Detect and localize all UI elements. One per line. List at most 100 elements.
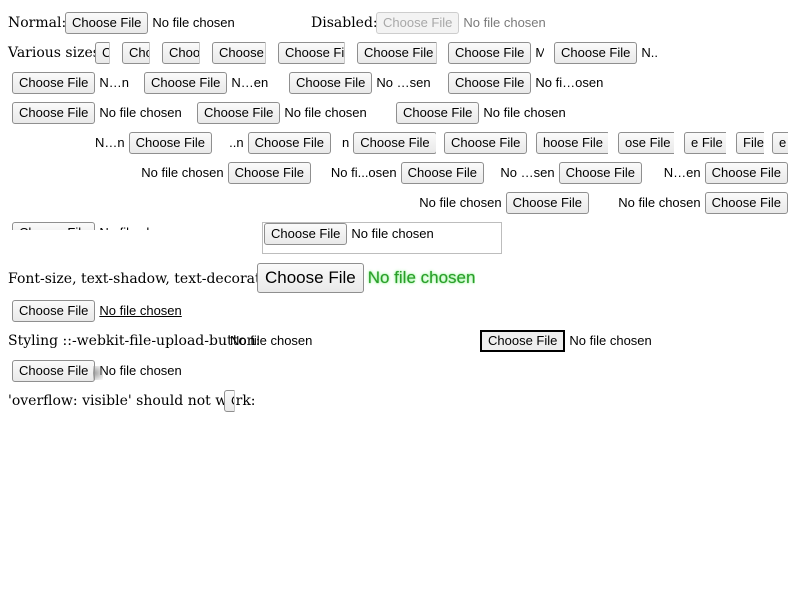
styling-section-label: Styling ::-webkit-file-upload-button:	[8, 333, 261, 349]
choose-file-button[interactable]: Choose File	[704, 162, 788, 184]
file-input-size-4[interactable]: Choose File	[212, 42, 266, 64]
choose-file-button[interactable]: Choose File	[289, 72, 373, 94]
file-input-rtl-8[interactable]: File	[736, 132, 764, 154]
choose-file-button[interactable]: Choose File	[444, 132, 528, 154]
file-input-normal[interactable]: Choose File No file chosen	[65, 12, 235, 34]
file-status: No file chosen	[618, 195, 701, 210]
choose-file-button[interactable]: Choose File	[505, 192, 589, 214]
file-input-size-11[interactable]: Choose File No …sen	[289, 72, 439, 94]
file-input-shadowed[interactable]: Choose File No file chosen	[12, 360, 182, 382]
choose-file-button[interactable]: Choose File	[257, 263, 364, 293]
file-status: M	[535, 45, 544, 60]
file-input-size-10[interactable]: Choose File N…en	[144, 72, 274, 94]
styling-status: No file chosen	[230, 330, 312, 352]
choose-file-button[interactable]: Choose File	[247, 132, 331, 154]
file-input-size-8[interactable]: Choose File N..	[554, 42, 664, 64]
choose-file-button[interactable]: Choose File	[95, 42, 109, 64]
choose-file-button[interactable]: Choose File	[554, 42, 638, 64]
choose-file-button[interactable]: e File	[684, 132, 726, 154]
file-input-rtl-15[interactable]: No file chosen Choose File	[615, 192, 788, 214]
file-input-rtl-14[interactable]: No file chosen Choose File	[416, 192, 589, 214]
file-status: ..n	[229, 135, 244, 150]
file-input-rtl-4[interactable]: Choose File	[444, 132, 528, 154]
file-status: N…en	[663, 165, 701, 180]
file-input-size-3[interactable]: Choose File	[162, 42, 200, 64]
choose-file-button[interactable]: Choose File	[227, 162, 311, 184]
file-status: No …sen	[500, 165, 555, 180]
font-section-label: Font-size, text-shadow, text-decoration:	[8, 271, 288, 287]
choose-file-button[interactable]: Choose File	[704, 192, 788, 214]
disabled-label: Disabled:	[311, 15, 378, 31]
file-status: No file chosen	[351, 226, 434, 241]
file-input-rtl-7[interactable]: e File	[684, 132, 726, 154]
file-input-rtl-9[interactable]: e	[772, 132, 788, 154]
file-status: No …sen	[376, 75, 431, 90]
choose-file-button[interactable]: Choose File	[558, 162, 642, 184]
file-input-rtl-2[interactable]: ..n Choose File	[225, 132, 331, 154]
file-input-styled-button[interactable]: Choose File No file chosen	[480, 330, 652, 352]
file-input-size-9[interactable]: Choose File N…n	[12, 72, 136, 94]
choose-file-button[interactable]: Choose File	[212, 42, 265, 64]
choose-file-button[interactable]: Choose File	[12, 222, 96, 230]
file-input-rtl-13[interactable]: N…en Choose File	[661, 162, 788, 184]
choose-file-button[interactable]: Choose File	[12, 72, 96, 94]
file-status: No file chosen	[284, 105, 367, 120]
choose-file-button[interactable]: Choose File	[12, 102, 96, 124]
file-input-big-font[interactable]: Choose File No file chosen	[257, 263, 475, 293]
choose-file-button[interactable]: Choose File	[162, 42, 199, 64]
file-input-size-2[interactable]: Choose File	[122, 42, 150, 64]
choose-file-button[interactable]: ose File	[618, 132, 674, 154]
file-status: No file chosen	[569, 333, 652, 348]
file-input-size-6[interactable]: Choose File	[357, 42, 437, 64]
file-status: No file chosen	[152, 15, 235, 30]
file-status-glow: No file chosen	[367, 268, 476, 287]
file-status: No file chosen	[230, 333, 313, 348]
choose-file-button[interactable]: Choose File	[12, 300, 96, 322]
file-input-underlined[interactable]: Choose File No file chosen	[12, 300, 182, 322]
choose-file-button[interactable]: Choose File	[396, 102, 480, 124]
choose-file-button[interactable]: Choose File	[400, 162, 484, 184]
choose-file-button[interactable]: Choose File	[122, 42, 149, 64]
choose-file-button[interactable]: Choose File	[357, 42, 436, 64]
choose-file-button[interactable]: Choose File	[128, 132, 212, 154]
choose-file-button[interactable]: Choose File	[12, 360, 96, 382]
choose-file-button[interactable]: Choose File	[448, 72, 532, 94]
file-input-rtl-12[interactable]: No …sen Choose File	[498, 162, 642, 184]
choose-file-button[interactable]: Choose File	[144, 72, 228, 94]
choose-file-button[interactable]: Choose File	[65, 12, 149, 34]
file-input-size-13[interactable]: Choose File No file chosen	[12, 102, 192, 124]
file-input-size-15[interactable]: Choose File No file chosen	[396, 102, 596, 124]
choose-file-button[interactable]: hoose File	[536, 132, 608, 154]
file-input-rtl-1[interactable]: N…n Choose File	[92, 132, 212, 154]
file-input-size-12[interactable]: Choose File No fi…osen	[448, 72, 612, 94]
file-input-disabled: Choose File No file chosen	[376, 12, 546, 34]
file-status: N…n	[99, 75, 129, 90]
choose-file-button[interactable]: Choose File	[448, 42, 532, 64]
choose-file-button[interactable]: e	[772, 132, 788, 154]
file-input-size-1[interactable]: Choose File	[95, 42, 110, 64]
file-input-boxed[interactable]: Choose File No file chosen	[264, 223, 464, 245]
file-status: No file chosen	[99, 222, 172, 230]
file-input-clipped[interactable]: Choose FileNo file chosen	[12, 222, 172, 230]
file-input-rtl-10[interactable]: No file chosen Choose File	[139, 162, 311, 184]
file-input-size-14[interactable]: Choose File No file chosen	[197, 102, 387, 124]
file-input-overflow[interactable]: Choose File	[224, 390, 235, 412]
file-input-rtl-3[interactable]: n Choose File	[342, 132, 436, 154]
file-input-rtl-11[interactable]: No fi...osen Choose File	[326, 162, 484, 184]
file-input-size-5[interactable]: Choose File	[278, 42, 345, 64]
choose-file-button[interactable]: Choose File	[264, 223, 348, 245]
file-status: N..	[641, 45, 658, 60]
file-status: n	[342, 135, 350, 150]
choose-file-button-styled[interactable]: Choose File	[480, 330, 566, 352]
file-status: N…n	[95, 135, 125, 150]
choose-file-button-disabled: Choose File	[376, 12, 460, 34]
choose-file-button[interactable]: Choose File	[197, 102, 281, 124]
file-input-size-7[interactable]: Choose File M	[448, 42, 544, 64]
file-input-rtl-5[interactable]: hoose File	[536, 132, 608, 154]
choose-file-button[interactable]: Choose File	[278, 42, 344, 64]
choose-file-button[interactable]: File	[736, 132, 764, 154]
file-status: N…en	[231, 75, 269, 90]
choose-file-button[interactable]: Choose File	[224, 390, 234, 412]
choose-file-button[interactable]: Choose File	[353, 132, 436, 154]
file-input-rtl-6[interactable]: ose File	[618, 132, 674, 154]
